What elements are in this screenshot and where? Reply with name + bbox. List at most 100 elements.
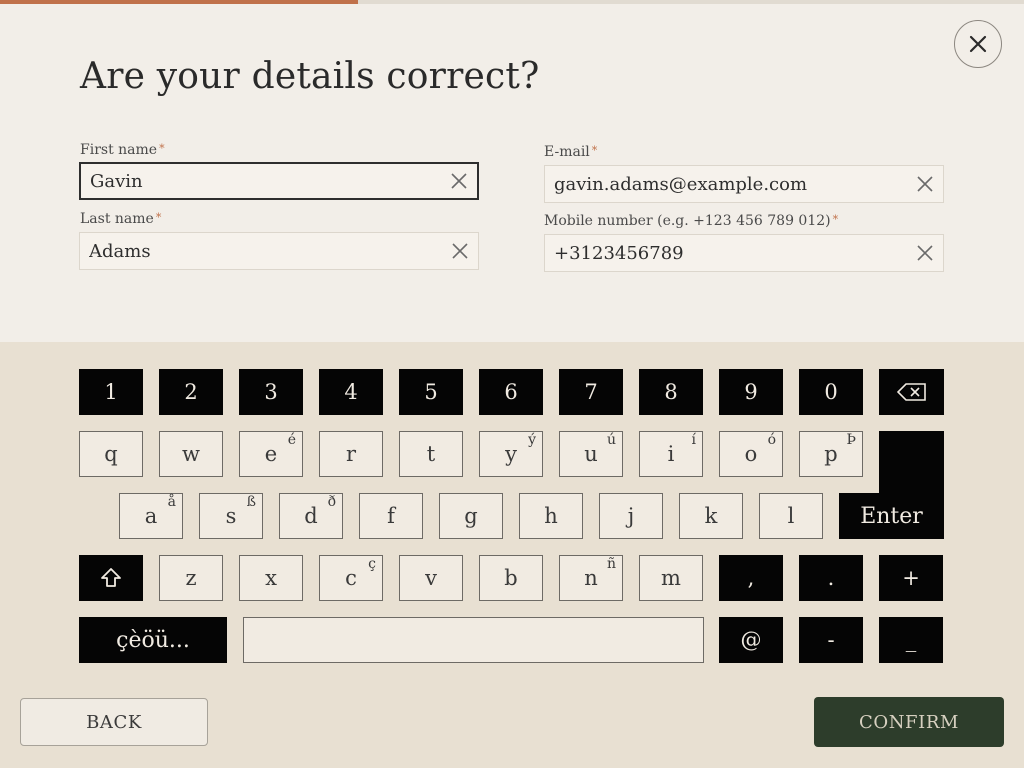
key-label: Enter <box>860 503 923 529</box>
key-j[interactable]: j <box>599 493 663 539</box>
key-v[interactable]: v <box>399 555 463 601</box>
key-2[interactable]: 2 <box>159 369 223 415</box>
enter-key-upper[interactable] <box>879 431 944 501</box>
special-chars-key[interactable]: çèöü... <box>79 617 227 663</box>
last-name-input[interactable] <box>80 233 478 269</box>
key-p[interactable]: pÞ <box>799 431 863 477</box>
clear-icon[interactable] <box>915 174 935 194</box>
backspace-key[interactable] <box>879 369 944 415</box>
key-label: 5 <box>424 380 438 404</box>
clear-icon[interactable] <box>449 171 469 191</box>
key-n[interactable]: nñ <box>559 555 623 601</box>
page-title: Are your details correct? <box>80 56 540 97</box>
key-minus[interactable]: - <box>799 617 863 663</box>
key-label: t <box>426 442 436 466</box>
key-underscore[interactable]: _ <box>879 617 943 663</box>
key-label: y <box>505 442 517 466</box>
key-alt-char: å <box>167 494 176 510</box>
key-l[interactable]: l <box>759 493 823 539</box>
key-g[interactable]: g <box>439 493 503 539</box>
key-4[interactable]: 4 <box>319 369 383 415</box>
enter-key[interactable]: Enter <box>839 493 944 539</box>
key-i[interactable]: ií <box>639 431 703 477</box>
key-k[interactable]: k <box>679 493 743 539</box>
key-label: . <box>827 566 835 590</box>
key-t[interactable]: t <box>399 431 463 477</box>
first-name-label: First name * <box>80 142 165 158</box>
shift-arrow-icon <box>101 568 121 587</box>
clear-icon[interactable] <box>915 243 935 263</box>
key-1[interactable]: 1 <box>79 369 143 415</box>
key-r[interactable]: r <box>319 431 383 477</box>
key-w[interactable]: w <box>159 431 223 477</box>
required-marker: * <box>155 211 162 224</box>
close-icon <box>969 35 987 53</box>
key-label: , <box>747 566 755 590</box>
mobile-field[interactable] <box>544 234 944 272</box>
key-period[interactable]: . <box>799 555 863 601</box>
mobile-input[interactable] <box>545 235 943 271</box>
email-field[interactable] <box>544 165 944 203</box>
key-9[interactable]: 9 <box>719 369 783 415</box>
first-name-label-text: First name <box>80 142 158 158</box>
key-3[interactable]: 3 <box>239 369 303 415</box>
key-label: _ <box>905 628 917 652</box>
key-label: j <box>627 504 635 528</box>
key-label: o <box>744 442 758 466</box>
key-label: x <box>265 566 277 590</box>
back-button[interactable]: BACK <box>20 698 208 746</box>
email-input[interactable] <box>545 166 943 202</box>
key-label: 9 <box>744 380 758 404</box>
key-e[interactable]: eé <box>239 431 303 477</box>
key-label: q <box>104 442 118 466</box>
key-7[interactable]: 7 <box>559 369 623 415</box>
key-alt-char: é <box>287 432 296 448</box>
shift-key[interactable] <box>79 555 143 601</box>
key-o[interactable]: oó <box>719 431 783 477</box>
key-alt-char: ß <box>246 494 256 510</box>
key-label: k <box>704 504 718 528</box>
key-label: e <box>264 442 278 466</box>
key-q[interactable]: q <box>79 431 143 477</box>
key-comma[interactable]: , <box>719 555 783 601</box>
close-button[interactable] <box>954 20 1002 68</box>
key-label: f <box>387 504 395 528</box>
last-name-field[interactable] <box>79 232 479 270</box>
key-m[interactable]: m <box>639 555 703 601</box>
key-label: w <box>182 442 200 466</box>
key-c[interactable]: cç <box>319 555 383 601</box>
key-0[interactable]: 0 <box>799 369 863 415</box>
key-alt-char: ú <box>606 432 616 448</box>
key-plus[interactable]: + <box>879 555 943 601</box>
key-h[interactable]: h <box>519 493 583 539</box>
first-name-field[interactable] <box>79 162 479 200</box>
key-8[interactable]: 8 <box>639 369 703 415</box>
key-alt-char: ó <box>767 432 776 448</box>
key-a[interactable]: aå <box>119 493 183 539</box>
key-label: l <box>787 504 795 528</box>
key-5[interactable]: 5 <box>399 369 463 415</box>
key-label: 3 <box>264 380 278 404</box>
key-label: m <box>661 566 681 590</box>
key-6[interactable]: 6 <box>479 369 543 415</box>
key-y[interactable]: yý <box>479 431 543 477</box>
first-name-input[interactable] <box>81 164 477 198</box>
key-d[interactable]: dð <box>279 493 343 539</box>
confirm-button[interactable]: CONFIRM <box>814 697 1004 747</box>
key-b[interactable]: b <box>479 555 543 601</box>
clear-icon[interactable] <box>450 241 470 261</box>
key-z[interactable]: z <box>159 555 223 601</box>
key-f[interactable]: f <box>359 493 423 539</box>
key-label: p <box>824 442 838 466</box>
space-key[interactable] <box>243 617 704 663</box>
key-s[interactable]: sß <box>199 493 263 539</box>
key-at[interactable]: @ <box>719 617 783 663</box>
required-marker: * <box>591 144 598 157</box>
key-label: 6 <box>504 380 518 404</box>
key-alt-char: ç <box>368 556 376 572</box>
key-label: 2 <box>184 380 198 404</box>
progress-bar-fill <box>0 0 359 4</box>
key-label: 8 <box>664 380 678 404</box>
key-x[interactable]: x <box>239 555 303 601</box>
key-u[interactable]: uú <box>559 431 623 477</box>
